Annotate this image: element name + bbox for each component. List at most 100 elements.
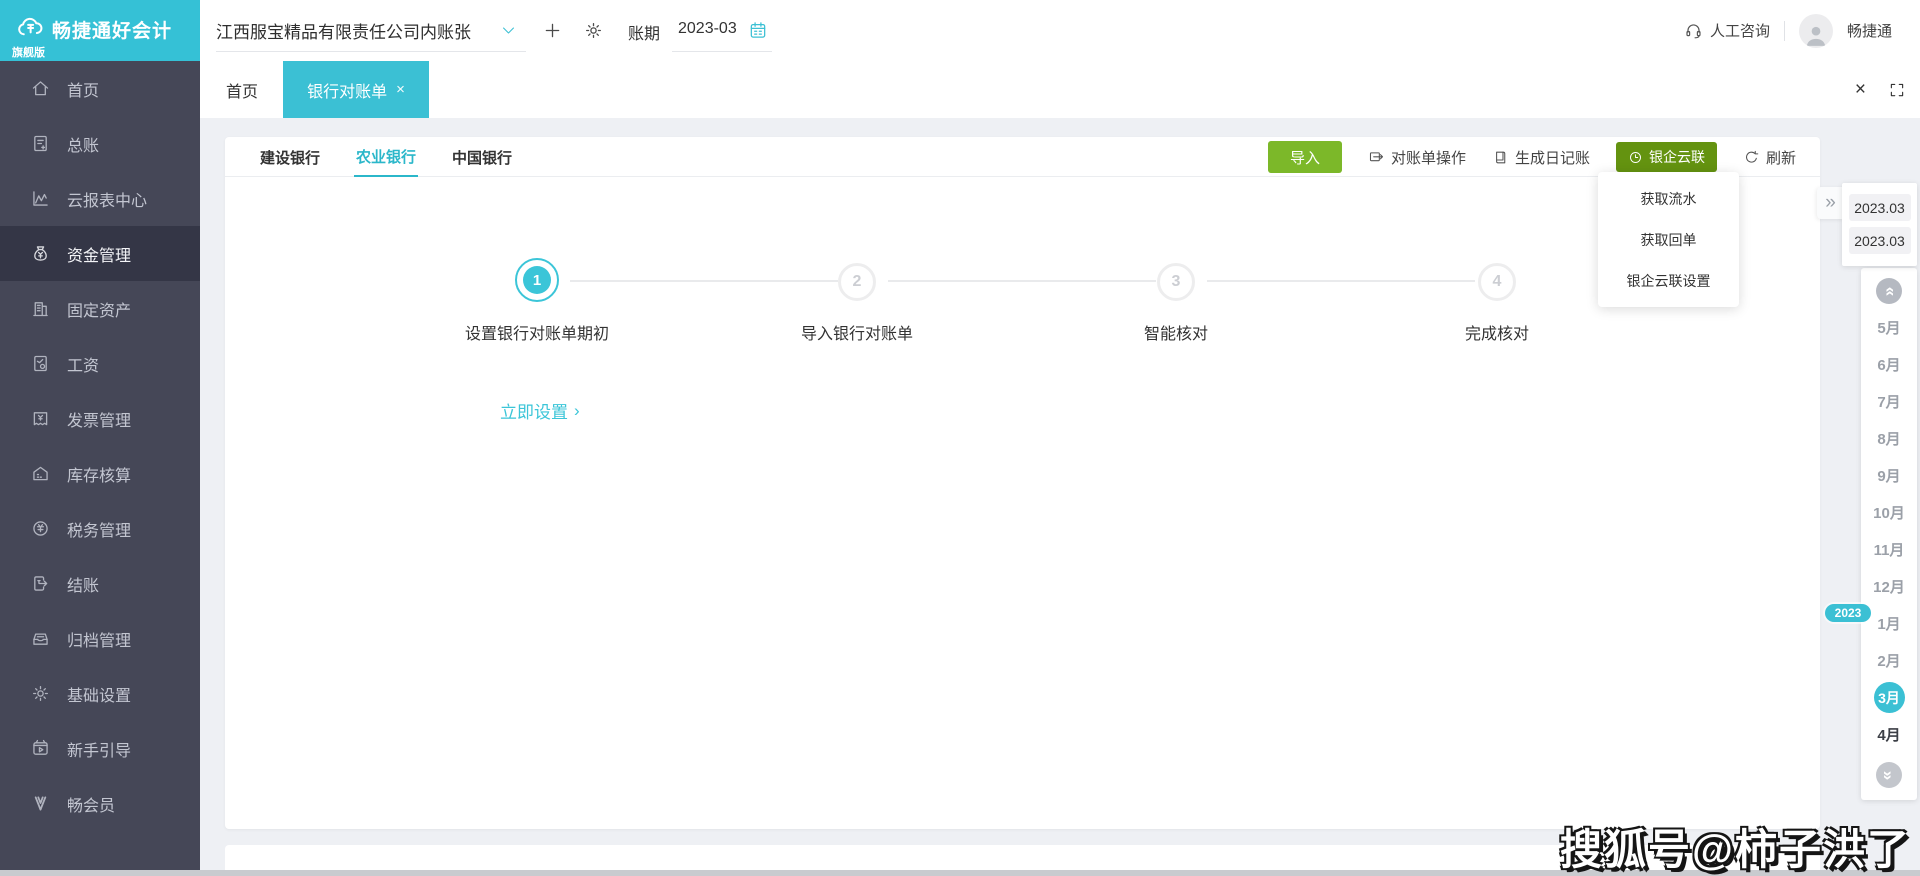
- sidebar-item-inventory[interactable]: 库存核算: [0, 446, 200, 501]
- month-item[interactable]: 12月: [1861, 568, 1917, 605]
- generate-journal-button[interactable]: 生成日记账: [1492, 147, 1590, 168]
- brand-edition: 旗舰版: [12, 44, 45, 60]
- month-item-current[interactable]: 4月: [1861, 716, 1917, 753]
- invoice-icon: [30, 408, 51, 429]
- calendar-icon[interactable]: [748, 20, 768, 40]
- double-chevron-down-icon: »: [1881, 770, 1898, 779]
- sidebar-item-label: 云报表中心: [67, 187, 147, 211]
- month-item-active-label: 3月: [1874, 682, 1905, 713]
- tab-bar: 首页 银行对账单 × ×: [200, 61, 1920, 118]
- double-chevron-up-icon: »: [1881, 286, 1898, 295]
- sidebar-item-home[interactable]: 首页: [0, 61, 200, 116]
- company-selector[interactable]: 江西服宝精品有限责任公司内账张: [216, 18, 471, 43]
- bank-tab-abc[interactable]: 农业银行: [354, 137, 418, 177]
- step-1: 1 设置银行对账单期初: [417, 258, 657, 344]
- cloud-report-icon: [30, 188, 51, 209]
- sidebar-item-label: 总账: [67, 132, 99, 156]
- chevron-down-icon[interactable]: [500, 22, 517, 39]
- cloud-logo-icon: [13, 13, 47, 43]
- scroll-down-button[interactable]: »: [1876, 762, 1902, 788]
- fixed-assets-icon: [30, 298, 51, 319]
- bank-tab-ccb[interactable]: 建设银行: [258, 137, 322, 177]
- month-item[interactable]: 5月: [1861, 309, 1917, 346]
- sidebar-item-archive-management[interactable]: 归档管理: [0, 611, 200, 666]
- panel-header: 建设银行 农业银行 中国银行 导入 对账单操作 生成日记账 银企云联: [225, 137, 1820, 177]
- sidebar-item-beginner-guide[interactable]: 新手引导: [0, 721, 200, 776]
- sidebar-item-member[interactable]: 畅会员: [0, 776, 200, 831]
- year-badge: 2023: [1825, 604, 1871, 622]
- account-settings-gear-icon[interactable]: [583, 20, 604, 41]
- month-rail: » 5月 6月 7月 8月 9月 10月 11月 12月 1月 2月 3月 4月…: [1861, 268, 1917, 800]
- tab-bank-statement[interactable]: 银行对账单 ×: [283, 61, 429, 118]
- refresh-button[interactable]: 刷新: [1743, 147, 1796, 168]
- sidebar-item-label: 基础设置: [67, 682, 131, 706]
- tab-close-icon[interactable]: ×: [396, 81, 405, 98]
- username[interactable]: 畅捷通: [1847, 20, 1892, 41]
- bank-tab-boc[interactable]: 中国银行: [450, 137, 514, 177]
- step-2-number: 2: [838, 263, 876, 301]
- statement-ops-button[interactable]: 对账单操作: [1368, 147, 1466, 168]
- period-value[interactable]: 2023-03: [678, 20, 737, 38]
- funds-icon: [30, 243, 51, 264]
- avatar[interactable]: [1799, 14, 1833, 48]
- sidebar-item-invoice-management[interactable]: 发票管理: [0, 391, 200, 446]
- step-4-circle: 4: [1475, 258, 1519, 302]
- ledger-icon: [30, 133, 51, 154]
- step-4-label: 完成核对: [1465, 320, 1529, 344]
- watermark-text: 搜狐号@柿子洪了: [1560, 816, 1911, 876]
- add-account-icon[interactable]: [542, 20, 563, 41]
- person-icon: [1803, 22, 1829, 48]
- month-item[interactable]: 2月: [1861, 642, 1917, 679]
- scroll-up-button[interactable]: »: [1876, 278, 1902, 304]
- month-item[interactable]: 8月: [1861, 420, 1917, 457]
- refresh-icon: [1743, 149, 1760, 166]
- menu-item-get-transactions[interactable]: 获取流水: [1598, 178, 1739, 219]
- sidebar-item-label: 归档管理: [67, 627, 131, 651]
- bank-cloud-icon: [1628, 150, 1643, 165]
- sidebar-item-label: 工资: [67, 352, 99, 376]
- inventory-icon: [30, 463, 51, 484]
- month-item[interactable]: 6月: [1861, 346, 1917, 383]
- bank-cloud-button[interactable]: 银企云联: [1616, 142, 1717, 172]
- month-item[interactable]: 11月: [1861, 531, 1917, 568]
- period-box-bottom[interactable]: 2023.03: [1849, 227, 1911, 254]
- month-item-active[interactable]: 3月: [1861, 679, 1917, 716]
- home-icon: [30, 78, 51, 99]
- bank-cloud-dropdown: 获取流水 获取回单 银企云联设置: [1598, 172, 1739, 307]
- sidebar-item-label: 固定资产: [67, 297, 131, 321]
- statement-ops-label: 对账单操作: [1391, 147, 1466, 168]
- month-item[interactable]: 7月: [1861, 383, 1917, 420]
- sidebar-item-closing[interactable]: 结账: [0, 556, 200, 611]
- month-item[interactable]: 10月: [1861, 494, 1917, 531]
- menu-item-bank-cloud-settings[interactable]: 银企云联设置: [1598, 260, 1739, 301]
- step-4: 4 完成核对: [1377, 258, 1617, 344]
- settings-gear-icon: [30, 683, 51, 704]
- import-button[interactable]: 导入: [1268, 141, 1342, 173]
- refresh-label: 刷新: [1766, 147, 1796, 168]
- menu-item-get-receipts[interactable]: 获取回单: [1598, 219, 1739, 260]
- sidebar-item-fixed-assets[interactable]: 固定资产: [0, 281, 200, 336]
- sidebar-item-funds-management[interactable]: 资金管理: [0, 226, 200, 281]
- tab-home[interactable]: 首页: [212, 61, 272, 118]
- month-item[interactable]: 9月: [1861, 457, 1917, 494]
- close-page-icon[interactable]: ×: [1855, 79, 1866, 101]
- rail-collapse-button[interactable]: »: [1817, 187, 1844, 219]
- tab-label: 银行对账单: [307, 78, 387, 102]
- support-button[interactable]: 人工咨询: [1684, 20, 1770, 41]
- step-1-circle: 1: [515, 258, 559, 302]
- fullscreen-icon[interactable]: [1888, 81, 1906, 99]
- member-v-icon: [30, 793, 51, 814]
- brand-name: 畅捷通好会计: [52, 16, 172, 43]
- sidebar-item-basic-settings[interactable]: 基础设置: [0, 666, 200, 721]
- period-box-top[interactable]: 2023.03: [1849, 194, 1911, 221]
- sidebar-item-label: 库存核算: [67, 462, 131, 486]
- sidebar-item-salary[interactable]: 工资: [0, 336, 200, 391]
- sidebar-item-cloud-reports[interactable]: 云报表中心: [0, 171, 200, 226]
- sidebar-item-general-ledger[interactable]: 总账: [0, 116, 200, 171]
- support-label: 人工咨询: [1710, 20, 1770, 41]
- toolbar: 导入 对账单操作 生成日记账 银企云联 刷新: [1268, 137, 1796, 177]
- step-3-number: 3: [1157, 263, 1195, 301]
- setup-now-link[interactable]: 立即设置 ›: [500, 398, 580, 423]
- sidebar-item-tax-management[interactable]: 税务管理: [0, 501, 200, 556]
- sidebar-item-label: 税务管理: [67, 517, 131, 541]
